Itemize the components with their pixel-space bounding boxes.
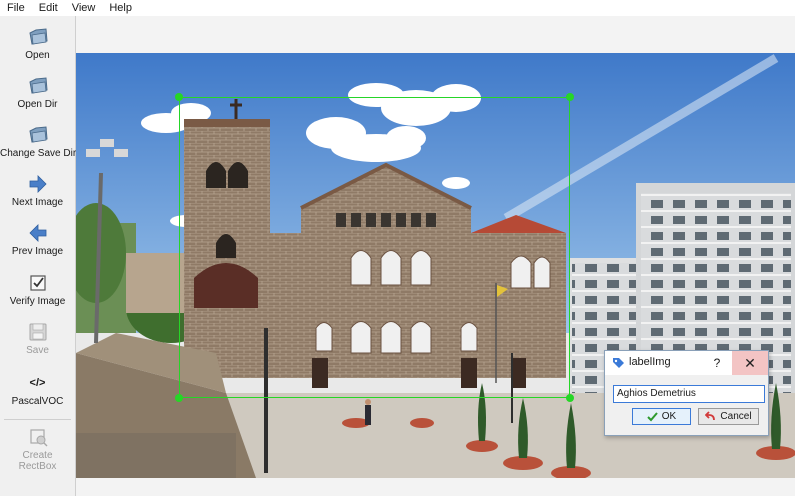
ok-label: OK (661, 411, 677, 422)
bbox-handle-top-left[interactable] (175, 93, 183, 101)
save-button[interactable]: Save (0, 321, 75, 356)
open-dir-button[interactable]: Open Dir (0, 75, 75, 110)
label-dialog: labelImg ? ✕ Aghios Demetrius OK Cancel (604, 350, 769, 436)
save-label: Save (26, 345, 49, 356)
checkmark-icon (647, 412, 658, 422)
change-save-dir-button[interactable]: Change Save Dir (0, 124, 77, 159)
menu-bar: File Edit View Help (0, 0, 795, 16)
menu-view[interactable]: View (65, 2, 103, 14)
left-toolbar: Open Open Dir Change Save Dir Next Image… (0, 16, 76, 496)
rectbox-icon (29, 429, 47, 447)
bbox-handle-bottom-left[interactable] (175, 394, 183, 402)
create-rectbox-label: Create RectBox (18, 450, 57, 472)
verify-image-button[interactable]: Verify Image (0, 272, 75, 307)
verify-image-label: Verify Image (9, 296, 66, 307)
format-toggle-button[interactable]: </> PascalVOC (0, 372, 75, 407)
canvas-padding-top (76, 16, 795, 53)
folder-open-icon (28, 28, 48, 45)
dialog-help-button[interactable]: ? (705, 351, 729, 375)
menu-file[interactable]: File (0, 2, 32, 14)
create-rectbox-button[interactable]: Create RectBox (0, 426, 75, 472)
cancel-button[interactable]: Cancel (698, 408, 759, 425)
dialog-body: Aghios Demetrius OK Cancel (605, 375, 768, 435)
folder-open-icon (28, 126, 48, 143)
bbox-handle-top-right[interactable] (566, 93, 574, 101)
prev-image-button[interactable]: Prev Image (0, 222, 75, 257)
toolbar-divider (4, 419, 71, 420)
menu-help[interactable]: Help (102, 2, 139, 14)
arrow-left-icon (28, 224, 46, 242)
change-save-dir-label: Change Save Dir (0, 148, 77, 159)
format-label: PascalVOC (11, 396, 64, 407)
menu-edit[interactable]: Edit (32, 2, 65, 14)
open-button[interactable]: Open (0, 26, 75, 61)
arrow-right-icon (29, 175, 47, 193)
cancel-label: Cancel (720, 411, 752, 422)
bounding-box[interactable] (179, 97, 570, 398)
dialog-close-button[interactable]: ✕ (732, 351, 768, 375)
label-input[interactable]: Aghios Demetrius (613, 385, 765, 403)
folder-open-icon (28, 77, 48, 94)
floppy-disk-icon (29, 323, 46, 341)
checkbox-icon (29, 275, 46, 291)
bbox-handle-bottom-right[interactable] (566, 394, 574, 402)
dialog-titlebar[interactable]: labelImg ? ✕ (605, 351, 768, 375)
undo-arrow-icon (705, 411, 716, 421)
open-dir-label: Open Dir (17, 99, 58, 110)
code-brackets-icon: </> (29, 377, 46, 389)
dialog-title: labelImg (629, 356, 671, 368)
canvas-padding-bottom (76, 478, 795, 496)
open-label: Open (25, 50, 50, 61)
tag-icon (613, 358, 624, 368)
ok-button[interactable]: OK (632, 408, 691, 425)
next-image-label: Next Image (11, 197, 64, 208)
next-image-button[interactable]: Next Image (0, 173, 75, 208)
prev-image-label: Prev Image (11, 246, 64, 257)
